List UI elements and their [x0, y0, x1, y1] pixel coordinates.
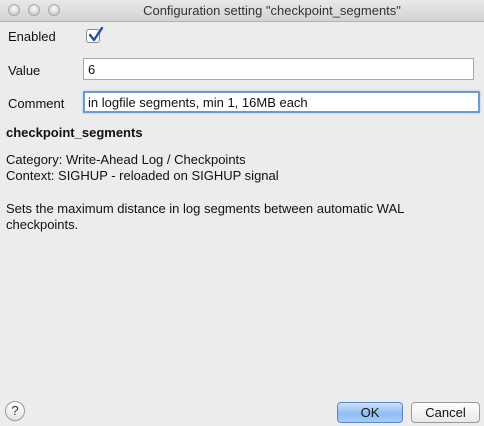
help-button[interactable]: ?: [5, 401, 25, 421]
value-field[interactable]: [83, 58, 474, 80]
enabled-label: Enabled: [8, 29, 56, 44]
setting-category: Category: Write-Ahead Log / Checkpoints: [6, 152, 246, 167]
minimize-window-button[interactable]: [28, 4, 40, 16]
setting-description-line1: Sets the maximum distance in log segment…: [6, 201, 405, 216]
enabled-checkbox[interactable]: [86, 26, 104, 43]
zoom-window-button[interactable]: [48, 4, 60, 16]
comment-field[interactable]: [83, 91, 480, 113]
setting-name: checkpoint_segments: [6, 125, 143, 140]
config-dialog: Configuration setting "checkpoint_segmen…: [0, 0, 484, 426]
close-window-button[interactable]: [8, 4, 20, 16]
window-title: Configuration setting "checkpoint_segmen…: [143, 3, 401, 18]
value-label: Value: [8, 63, 41, 78]
comment-label: Comment: [8, 96, 65, 111]
checkmark-icon: [88, 26, 104, 42]
cancel-button[interactable]: Cancel: [411, 402, 480, 423]
setting-description-line2: checkpoints.: [6, 217, 79, 232]
title-bar: Configuration setting "checkpoint_segmen…: [0, 0, 484, 22]
setting-context: Context: SIGHUP - reloaded on SIGHUP sig…: [6, 168, 279, 183]
ok-button[interactable]: OK: [337, 402, 403, 423]
